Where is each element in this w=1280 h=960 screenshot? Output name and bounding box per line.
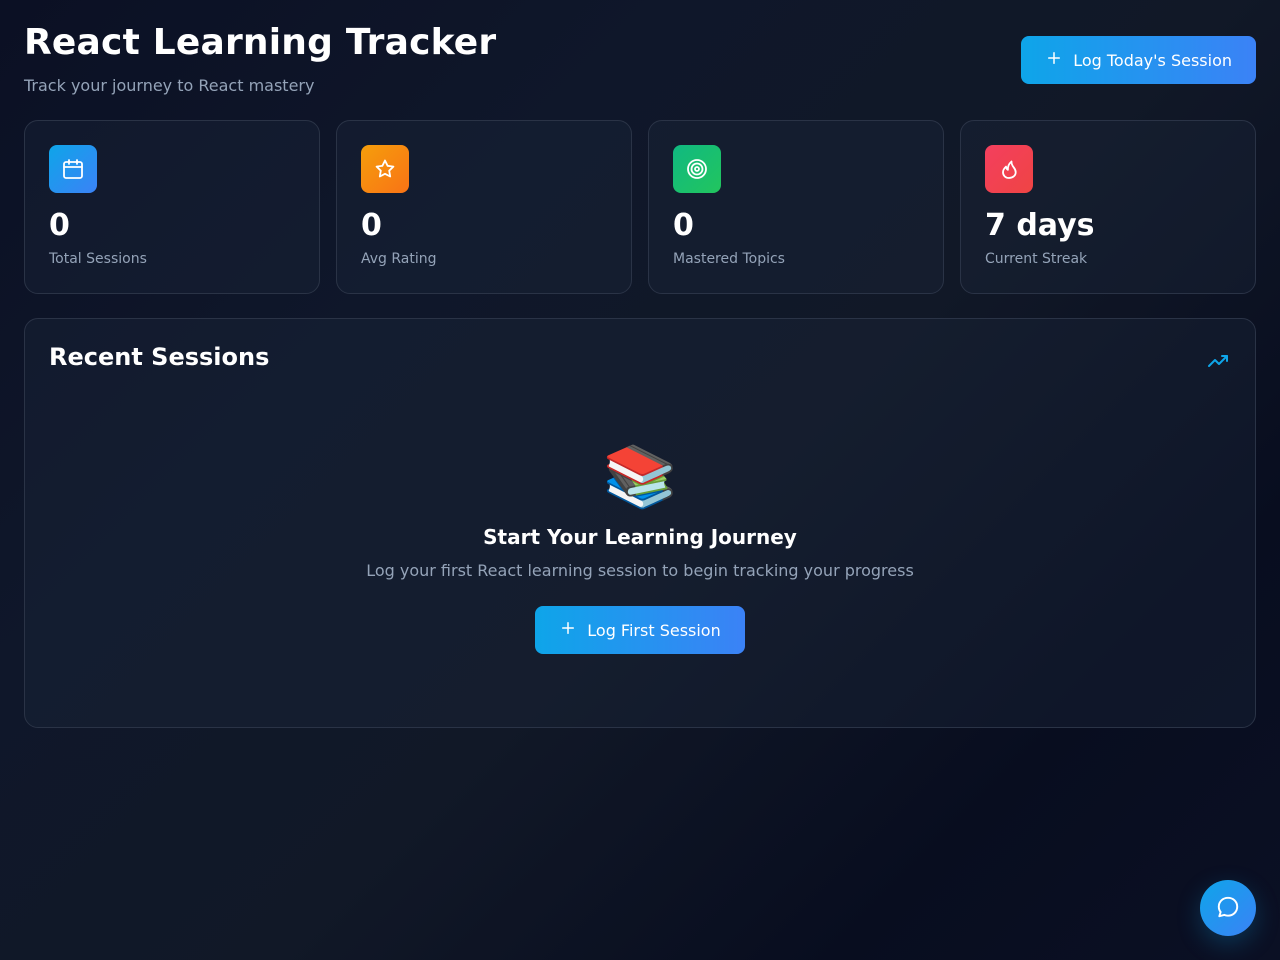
- stat-card-total-sessions: 0 Total Sessions: [24, 120, 320, 294]
- stat-value: 0: [49, 208, 70, 243]
- empty-state-description: Log your first React learning session to…: [366, 561, 914, 580]
- recent-sessions-title: Recent Sessions: [49, 343, 270, 371]
- stat-label: Total Sessions: [49, 251, 147, 267]
- plus-icon: [1045, 49, 1063, 71]
- books-icon: 📚: [602, 442, 678, 512]
- calendar-icon: [49, 145, 97, 193]
- log-today-session-button[interactable]: Log Today's Session: [1021, 36, 1256, 84]
- page-header: React Learning Tracker Track your journe…: [24, 22, 1256, 98]
- chat-bubble-icon: [1215, 894, 1241, 923]
- chat-button[interactable]: [1200, 880, 1256, 936]
- target-icon: [673, 145, 721, 193]
- plus-icon: [559, 619, 577, 641]
- stat-card-current-streak: 7 days Current Streak: [960, 120, 1256, 294]
- empty-state-title: Start Your Learning Journey: [483, 525, 797, 549]
- log-first-session-label: Log First Session: [587, 620, 721, 640]
- stat-value: 0: [361, 208, 382, 243]
- log-first-session-button[interactable]: Log First Session: [535, 606, 745, 654]
- stat-card-mastered-topics: 0 Mastered Topics: [648, 120, 944, 294]
- stat-value: 0: [673, 208, 694, 243]
- stat-card-avg-rating: 0 Avg Rating: [336, 120, 632, 294]
- stats-row: 0 Total Sessions 0 Avg Rating 0 Mastered…: [24, 120, 1256, 294]
- star-icon: [361, 145, 409, 193]
- stat-label: Mastered Topics: [673, 251, 785, 267]
- stat-label: Avg Rating: [361, 251, 437, 267]
- empty-state: 📚 Start Your Learning Journey Log your f…: [25, 439, 1255, 654]
- log-today-session-label: Log Today's Session: [1073, 50, 1232, 70]
- flame-icon: [985, 145, 1033, 193]
- stat-label: Current Streak: [985, 251, 1088, 267]
- recent-sessions-panel: Recent Sessions 📚 Start Your Learning Jo…: [24, 318, 1256, 728]
- trending-up-icon: [1207, 349, 1231, 373]
- stat-value: 7 days: [985, 208, 1095, 243]
